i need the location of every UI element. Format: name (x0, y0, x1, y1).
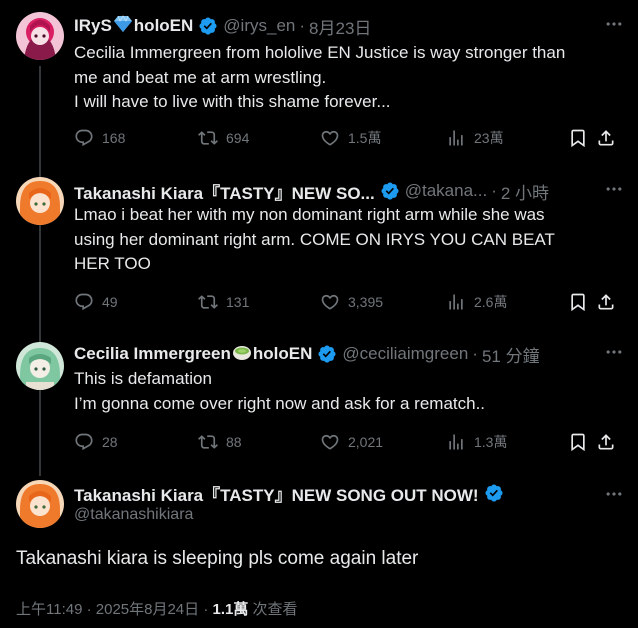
tweet-text-line: HER TOO (74, 254, 151, 273)
share-icon[interactable] (596, 432, 616, 452)
separator-dot: · (491, 181, 497, 200)
heart-icon (320, 292, 340, 312)
tweet-text: Cecilia Immergreen from hololive EN Just… (74, 41, 624, 115)
retweet-icon (198, 292, 218, 312)
tweet-text-line: Cecilia Immergreen from hololive EN Just… (74, 43, 566, 62)
main-avatar[interactable] (16, 480, 64, 528)
handle[interactable]: @irys_en (223, 16, 295, 36)
timestamp[interactable]: 51 分鐘 (482, 342, 540, 366)
action-bar: 49 131 3,395 2.6萬 (74, 290, 616, 314)
bookmark-icon[interactable] (568, 432, 588, 452)
action-bar: 168 694 1.5萬 23萬 (74, 126, 616, 150)
tweet-text-line: I will have to live with this shame fore… (74, 92, 391, 111)
action-bar: 28 88 2,021 1.3萬 (74, 430, 616, 454)
share-icon[interactable] (596, 292, 616, 312)
reply-icon (74, 432, 94, 452)
avatar[interactable] (16, 12, 64, 60)
retweet-icon (198, 432, 218, 452)
display-name[interactable]: Cecilia Immergreen (74, 344, 231, 364)
reply-count: 49 (102, 294, 118, 310)
tweet-text-line: This is defamation (74, 369, 212, 388)
like-button[interactable]: 1.5萬 (320, 126, 381, 150)
display-name[interactable]: Takanashi Kiara『TASTY』NEW SO... (74, 179, 375, 203)
reply-button[interactable]: 28 (74, 430, 118, 454)
view-count: 2.6萬 (474, 294, 508, 310)
avatar[interactable] (16, 342, 64, 390)
like-button[interactable]: 3,395 (320, 290, 383, 314)
retweet-count: 694 (226, 130, 250, 146)
display-name[interactable]: Takanashi Kiara『TASTY』NEW SONG OUT NOW! (74, 481, 479, 506)
more-options-icon[interactable] (604, 179, 624, 199)
verified-badge-icon (317, 344, 337, 364)
gem-icon (113, 14, 133, 38)
heart-icon (320, 432, 340, 452)
heart-icon (320, 128, 340, 148)
timestamp[interactable]: 2 小時 (501, 179, 549, 203)
like-count: 1.5萬 (348, 130, 382, 146)
view-count: 23萬 (474, 130, 504, 146)
reply-tweet-irys[interactable]: IRyS holoEN @irys_en · 8月23日 Cecilia Imm… (0, 12, 638, 162)
retweet-button[interactable]: 88 (198, 430, 242, 454)
main-author: Takanashi Kiara『TASTY』NEW SONG OUT NOW! (74, 481, 504, 506)
reply-button[interactable]: 168 (74, 126, 125, 150)
views-button[interactable]: 23萬 (446, 126, 504, 150)
retweet-button[interactable]: 131 (198, 290, 249, 314)
share-icon[interactable] (596, 128, 616, 148)
views-icon (446, 432, 466, 452)
reply-icon (74, 292, 94, 312)
verified-badge-icon (484, 483, 504, 503)
views-label: 次查看 (248, 601, 298, 618)
tweet-text-line: using her dominant right arm. COME ON IR… (74, 229, 555, 249)
main-tweet-text: Takanashi kiara is sleeping pls come aga… (16, 548, 419, 569)
main-timestamp[interactable]: 上午11:49 · 2025年8月24日 · (16, 601, 212, 618)
tweet-text: Lmao i beat her with my non dominant rig… (74, 203, 624, 277)
verified-badge-icon (198, 16, 218, 36)
tweet-text-line: Lmao i beat her with my non dominant rig… (74, 205, 545, 224)
separator-dot: · (472, 344, 478, 363)
reply-count: 28 (102, 434, 118, 450)
reply-icon (74, 128, 94, 148)
handle[interactable]: @takana... (405, 181, 487, 201)
views-button[interactable]: 1.3萬 (446, 430, 507, 454)
like-count: 2,021 (348, 434, 384, 450)
more-options-icon[interactable] (604, 342, 624, 362)
views-icon (446, 128, 466, 148)
reply-tweet-cecilia[interactable]: Cecilia Immergreen holoEN @ceciliaimgree… (0, 342, 638, 472)
separator-dot: · (299, 16, 306, 35)
tea-icon (232, 343, 252, 366)
views-icon (446, 292, 466, 312)
more-options-icon[interactable] (604, 484, 624, 504)
like-count: 3,395 (348, 294, 384, 310)
view-count: 1.1萬 (212, 601, 249, 618)
reply-button[interactable]: 49 (74, 290, 118, 314)
reply-count: 168 (102, 130, 126, 146)
handle[interactable]: @ceciliaimgreen (342, 344, 468, 364)
handle[interactable]: @takanashikiara (74, 506, 193, 524)
retweet-icon (198, 128, 218, 148)
retweet-count: 131 (226, 294, 250, 310)
retweet-button[interactable]: 694 (198, 126, 249, 150)
display-name[interactable]: IRyS (74, 16, 112, 36)
verified-badge-icon (380, 181, 400, 201)
tweet-text-line: me and beat me at arm wrestling. (74, 67, 327, 87)
like-button[interactable]: 2,021 (320, 430, 383, 454)
bookmark-icon[interactable] (568, 128, 588, 148)
retweet-count: 88 (226, 434, 242, 450)
bookmark-icon[interactable] (568, 292, 588, 312)
tweet-text: This is defamation I’m gonna come over r… (74, 367, 624, 416)
timestamp[interactable]: 8月23日 (309, 14, 371, 38)
display-name-suffix[interactable]: holoEN (134, 16, 194, 36)
reply-tweet-kiara[interactable]: Takanashi Kiara『TASTY』NEW SO... @takana.… (0, 177, 638, 327)
tweet-meta: 上午11:49 · 2025年8月24日 · 1.1萬 次查看 (16, 598, 298, 619)
view-count: 1.3萬 (474, 434, 508, 450)
more-options-icon[interactable] (604, 14, 624, 34)
avatar[interactable] (16, 177, 64, 225)
display-name-suffix[interactable]: holoEN (253, 344, 313, 364)
tweet-text-line: I’m gonna come over right now and ask fo… (74, 393, 486, 413)
views-button[interactable]: 2.6萬 (446, 290, 507, 314)
